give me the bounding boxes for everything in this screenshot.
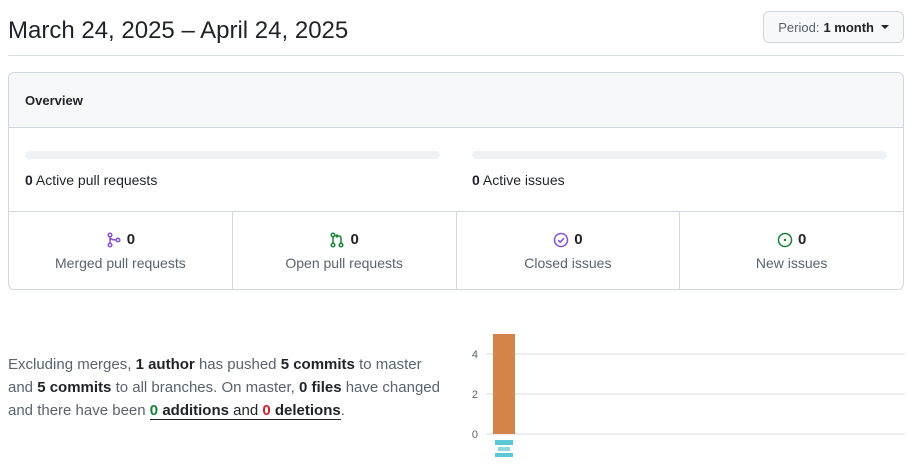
period-value-label: 1 month <box>823 19 874 35</box>
caret-down-icon <box>881 25 889 29</box>
commit-text-part-4: to all branches. On master, <box>115 379 295 396</box>
additions-count: 0 <box>149 402 159 419</box>
active-issues-progress <box>472 151 887 159</box>
y-tick-label: 0 <box>472 429 478 441</box>
active-pull-requests-block: 0 Active pull requests <box>25 151 440 188</box>
active-pull-requests-progress <box>25 151 440 159</box>
active-pull-requests-label: Active pull requests <box>35 172 158 188</box>
git-merge-icon <box>107 231 121 248</box>
additions-word: additions <box>162 402 229 419</box>
commits-to-master: 5 commits <box>280 356 355 373</box>
files-changed-count: 0 files <box>299 379 342 396</box>
contributor-marker <box>495 440 513 445</box>
commit-text-end: . <box>340 402 345 419</box>
period-prefix-label: Period: <box>778 19 820 35</box>
closed-issues-label: Closed issues <box>524 254 612 271</box>
commits-to-all-branches: 5 commits <box>37 379 112 396</box>
active-issues-label: Active issues <box>482 172 565 188</box>
new-issues-label: New issues <box>755 254 828 271</box>
merged-pull-requests-count: 0 <box>126 231 136 248</box>
new-issues-count: 0 <box>797 231 807 248</box>
closed-issues-count: 0 <box>574 231 583 248</box>
page-title: March 24, 2025 – April 24, 2025 <box>8 17 349 44</box>
additions-deletions-link[interactable]: 0 additions and 0 deletions <box>149 402 341 420</box>
commit-text-part-1: Excluding merges, <box>8 356 132 373</box>
date-range-header: March 24, 2025 – April 24, 2025 Period: … <box>8 0 904 56</box>
commit-text-part-2: has pushed <box>198 356 277 373</box>
summary-row: 0 Merged pull requests 0 Open pull reque… <box>9 212 903 289</box>
commit-activity-chart: 0 2 4 <box>472 334 905 457</box>
commit-summary-text: Excluding merges, 1 author has pushed 5 … <box>8 353 448 422</box>
deletions-word: deletions <box>274 402 341 419</box>
authors-count: 1 author <box>135 356 195 373</box>
deletions-count: 0 <box>262 402 271 419</box>
open-pull-requests-label: Open pull requests <box>285 254 403 271</box>
open-pull-requests-cell[interactable]: 0 Open pull requests <box>233 212 457 289</box>
closed-issues-cell[interactable]: 0 Closed issues <box>457 212 681 289</box>
git-pull-request-icon <box>330 231 345 248</box>
merged-pull-requests-label: Merged pull requests <box>55 254 186 271</box>
contributor-marker <box>498 447 510 451</box>
active-issues-text[interactable]: 0 Active issues <box>472 172 887 188</box>
active-issues-block: 0 Active issues <box>472 151 887 188</box>
issue-opened-icon <box>777 232 793 247</box>
new-issues-cell[interactable]: 0 New issues <box>680 212 903 289</box>
active-issues-count: 0 <box>472 172 480 188</box>
y-tick-label: 4 <box>472 349 478 361</box>
commit-bar <box>493 334 515 434</box>
issue-closed-icon <box>553 232 569 247</box>
and-word: and <box>233 402 259 419</box>
merged-pull-requests-cell[interactable]: 0 Merged pull requests <box>9 212 233 289</box>
active-pull-requests-text[interactable]: 0 Active pull requests <box>25 172 440 188</box>
y-tick-label: 2 <box>472 389 478 401</box>
overview-heading: Overview <box>9 73 903 128</box>
period-selector-button[interactable]: Period: 1 month <box>763 11 904 43</box>
overview-panel: Overview 0 Active pull requests 0 Active… <box>8 72 904 290</box>
active-pull-requests-count: 0 <box>25 172 33 188</box>
overview-activity-bars: 0 Active pull requests 0 Active issues <box>9 128 903 212</box>
open-pull-requests-count: 0 <box>350 231 359 248</box>
contributor-marker <box>495 453 513 457</box>
